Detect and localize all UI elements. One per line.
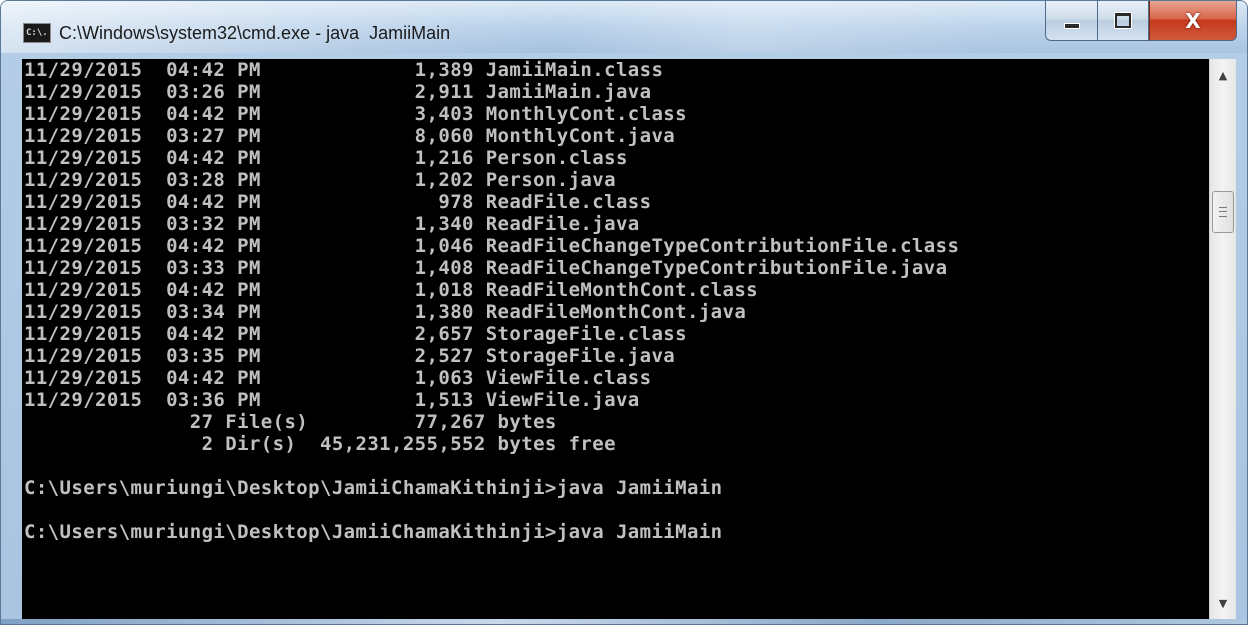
console-output[interactable]: 11/29/2015 04:42 PM 1,389 JamiiMain.clas…	[22, 59, 1209, 619]
arrow-down-icon: ▼	[1218, 596, 1228, 610]
window-bottom-frame	[1, 619, 1247, 624]
close-button[interactable]: X	[1149, 1, 1237, 41]
console-line: 11/29/2015 03:27 PM 8,060 MonthlyCont.ja…	[24, 125, 676, 147]
close-icon: X	[1185, 8, 1201, 33]
console-line: 11/29/2015 03:35 PM 2,527 StorageFile.ja…	[24, 345, 676, 367]
console-line: 11/29/2015 03:26 PM 2,911 JamiiMain.java	[24, 81, 652, 103]
console-text: 11/29/2015 04:42 PM 1,389 JamiiMain.clas…	[22, 59, 1209, 543]
console-line: 11/29/2015 03:36 PM 1,513 ViewFile.java	[24, 389, 640, 411]
console-line: 11/29/2015 04:42 PM 3,403 MonthlyCont.cl…	[24, 103, 687, 125]
console-line: 11/29/2015 04:42 PM 1,389 JamiiMain.clas…	[24, 59, 664, 81]
maximize-icon	[1115, 13, 1131, 28]
console-line: 11/29/2015 04:42 PM 2,657 StorageFile.cl…	[24, 323, 687, 345]
scroll-down-button[interactable]: ▼	[1210, 591, 1236, 615]
console-line: 11/29/2015 04:42 PM 1,018 ReadFileMonthC…	[24, 279, 759, 301]
console-line: 11/29/2015 03:34 PM 1,380 ReadFileMonthC…	[24, 301, 747, 323]
console-window: C:\. C:\Windows\system32\cmd.exe - java …	[0, 0, 1248, 625]
console-line: 27 File(s) 77,267 bytes	[24, 411, 557, 433]
console-line: 11/29/2015 03:33 PM 1,408 ReadFileChange…	[24, 257, 948, 279]
scroll-up-button[interactable]: ▲	[1210, 63, 1236, 87]
console-line: 11/29/2015 03:32 PM 1,340 ReadFile.java	[24, 213, 640, 235]
console-line: 11/29/2015 04:42 PM 978 ReadFile.class	[24, 191, 652, 213]
grip-icon	[1219, 207, 1227, 217]
cmd-app-icon[interactable]: C:\.	[23, 23, 51, 43]
maximize-button[interactable]	[1097, 1, 1149, 41]
console-line: 11/29/2015 04:42 PM 1,063 ViewFile.class	[24, 367, 652, 389]
arrow-up-icon: ▲	[1218, 68, 1228, 82]
minimize-button[interactable]	[1045, 1, 1097, 41]
minimize-icon	[1063, 22, 1080, 29]
console-line: 2 Dir(s) 45,231,255,552 bytes free	[24, 433, 616, 455]
console-line: C:\Users\muriungi\Desktop\JamiiChamaKith…	[24, 477, 723, 499]
vertical-scrollbar[interactable]: ▲ ▼	[1209, 59, 1236, 619]
scroll-thumb[interactable]	[1212, 191, 1234, 233]
caption-buttons: X	[1045, 1, 1237, 41]
console-line: 11/29/2015 03:28 PM 1,202 Person.java	[24, 169, 616, 191]
window-title: C:\Windows\system32\cmd.exe - java Jamii…	[59, 23, 451, 43]
console-line: 11/29/2015 04:42 PM 1,216 Person.class	[24, 147, 628, 169]
console-line: C:\Users\muriungi\Desktop\JamiiChamaKith…	[24, 521, 723, 543]
console-line: 11/29/2015 04:42 PM 1,046 ReadFileChange…	[24, 235, 960, 257]
